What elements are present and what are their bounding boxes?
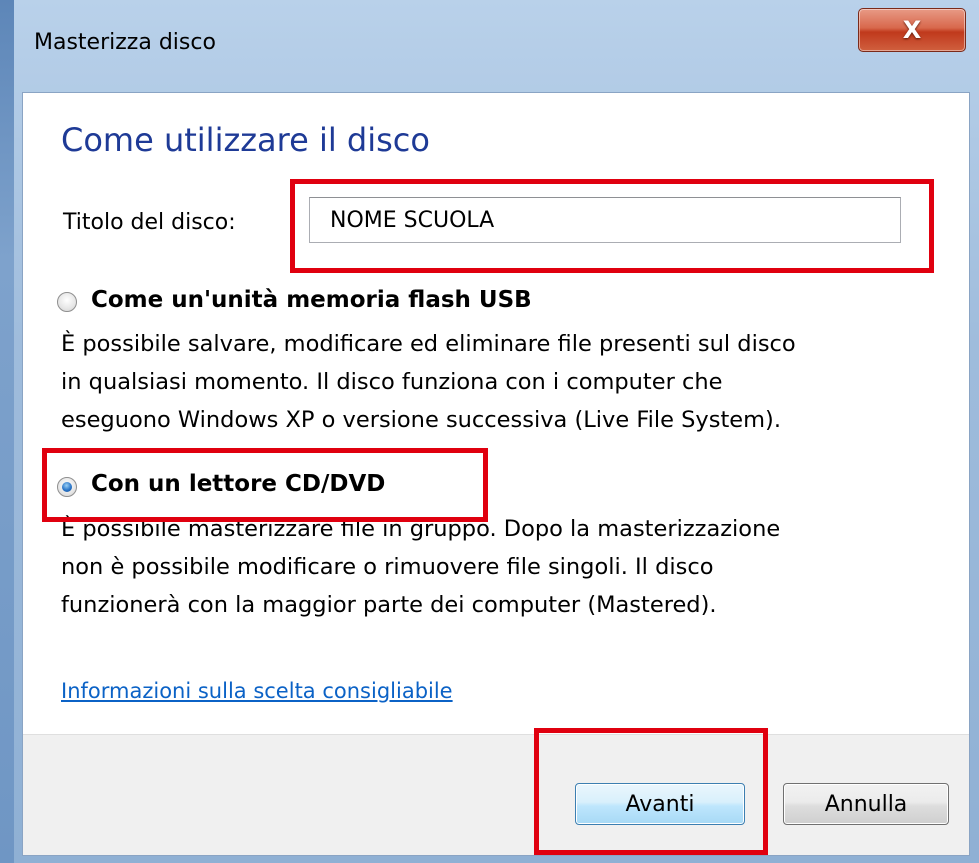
- option-cd-dvd-line-3: funzionerà con la maggior parte dei comp…: [61, 592, 717, 618]
- dialog-heading: Come utilizzare il disco: [61, 121, 430, 159]
- close-icon: X: [902, 16, 922, 44]
- radio-cd-dvd[interactable]: [57, 477, 77, 497]
- disc-title-label: Titolo del disco:: [63, 210, 236, 235]
- option-usb-flash-line-1: È possibile salvare, modificare ed elimi…: [61, 331, 796, 357]
- option-cd-dvd-line-2: non è possibile modificare o rimuovere f…: [61, 554, 714, 580]
- option-cd-dvd-description: È possibile masterizzare file in gruppo.…: [61, 510, 961, 624]
- title-bar[interactable]: Masterizza disco: [14, 0, 979, 90]
- window-frame-edge: [0, 0, 14, 863]
- cancel-button[interactable]: Annulla: [783, 783, 949, 825]
- option-usb-flash-title[interactable]: Come un'unità memoria flash USB: [91, 287, 532, 313]
- disc-title-input[interactable]: [309, 197, 901, 243]
- close-button[interactable]: X: [858, 8, 966, 52]
- option-usb-flash-line-2: in qualsiasi momento. Il disco funziona …: [61, 369, 723, 395]
- option-cd-dvd-line-1: È possibile masterizzare file in gruppo.…: [61, 516, 781, 542]
- option-usb-flash-description: È possibile salvare, modificare ed elimi…: [61, 325, 961, 439]
- radio-usb-flash[interactable]: [57, 292, 77, 312]
- option-cd-dvd-title[interactable]: Con un lettore CD/DVD: [91, 471, 385, 497]
- next-button[interactable]: Avanti: [575, 783, 745, 825]
- option-usb-flash-line-3: eseguono Windows XP o versione successiv…: [61, 407, 781, 433]
- window-frame: Masterizza disco X Come utilizzare il di…: [0, 0, 979, 863]
- help-link[interactable]: Informazioni sulla scelta consigliabile: [61, 679, 453, 703]
- dialog-client-area: Come utilizzare il disco Titolo del disc…: [22, 92, 970, 856]
- window-title: Masterizza disco: [34, 30, 216, 55]
